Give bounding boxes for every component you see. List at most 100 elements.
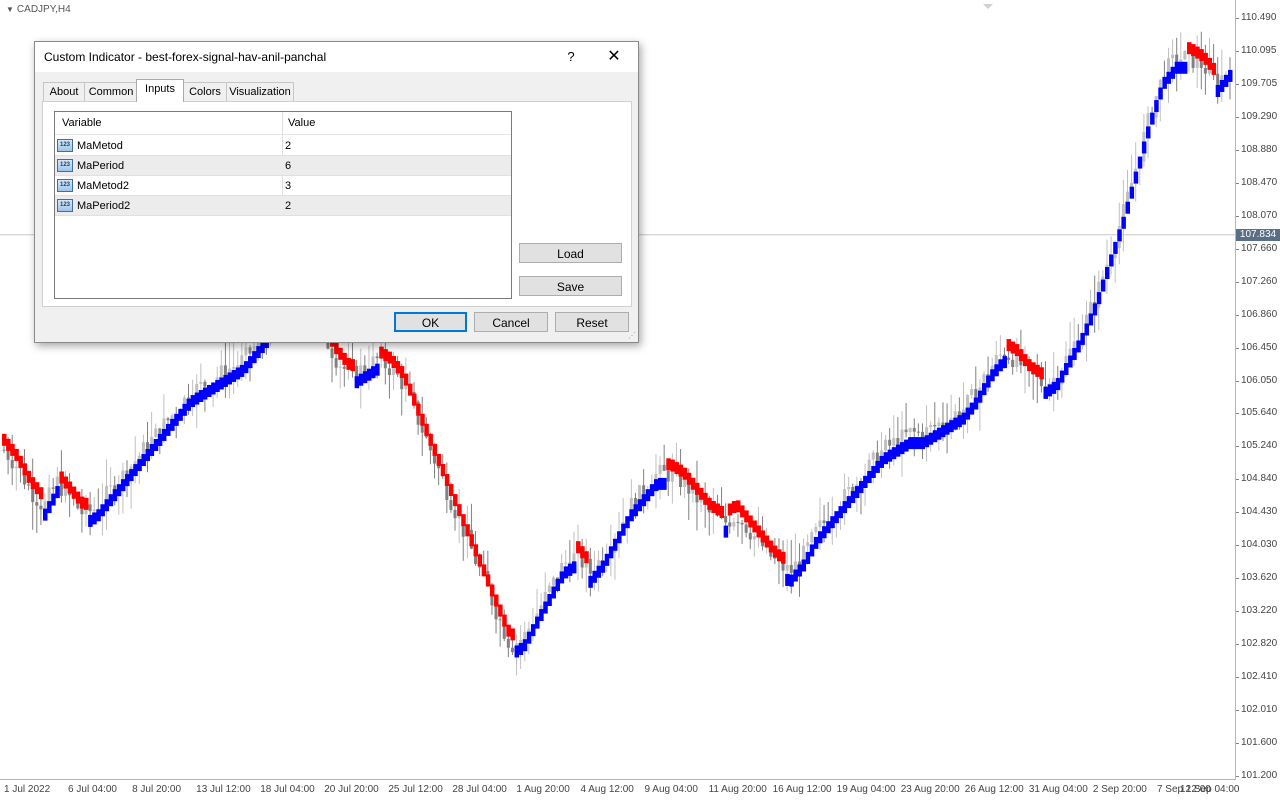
symbol-text: CADJPY,H4	[16, 4, 71, 15]
indicator-down-bar	[416, 403, 421, 416]
close-icon[interactable]: ✕	[600, 46, 628, 68]
candle-body	[80, 508, 84, 515]
candle-body	[420, 424, 424, 433]
candle-body	[510, 647, 514, 653]
column-header-value[interactable]: Value	[288, 117, 315, 129]
candle-body	[141, 442, 145, 456]
indicator-down-bar	[740, 505, 745, 518]
indicator-up-bar	[211, 382, 216, 395]
indicator-down-bar	[391, 356, 397, 369]
time-tick-label: 26 Aug 12:00	[964, 784, 1024, 795]
indicator-up-bar	[969, 402, 975, 415]
indicator-up-bar	[805, 551, 811, 564]
price-tick-mark	[1236, 215, 1239, 217]
indicator-up-bar	[1125, 201, 1130, 214]
price-tick-mark	[1236, 479, 1239, 481]
inputs-grid[interactable]: Variable Value 123 MaMetod 2 123 MaPerio…	[54, 111, 512, 299]
tab-common[interactable]: Common	[84, 82, 138, 101]
indicator-up-bar	[936, 427, 942, 440]
indicator-down-bar	[10, 443, 15, 456]
price-tick-label: 102.010	[1241, 704, 1278, 716]
candle-body	[338, 366, 342, 368]
input-row[interactable]: 123 MaPeriod2 2	[55, 196, 511, 216]
indicator-up-bar	[170, 418, 175, 431]
indicator-down-bar	[748, 515, 753, 528]
indicator-up-bar	[539, 609, 544, 622]
input-row[interactable]: 123 MaMetod 2	[55, 136, 511, 156]
indicator-down-bar	[768, 540, 774, 553]
candle-body	[240, 355, 244, 366]
candle-body	[547, 585, 551, 593]
indicator-up-bar	[649, 484, 655, 497]
indicator-down-bar	[75, 491, 81, 504]
resize-grip-icon[interactable]: ⋰	[628, 331, 636, 340]
input-row[interactable]: 123 MaMetod2 3	[55, 176, 511, 196]
indicator-up-bar	[239, 364, 245, 377]
indicator-down-bar	[342, 352, 347, 365]
chart-menu-triangle-icon[interactable]: ▼	[6, 5, 14, 14]
indicator-up-bar	[133, 464, 138, 477]
price-tick-label: 108.070	[1241, 209, 1278, 221]
candle-body	[658, 464, 662, 475]
indicator-down-bar	[670, 459, 675, 472]
indicator-up-bar	[957, 415, 962, 428]
cancel-button[interactable]: Cancel	[474, 312, 548, 332]
row-value[interactable]: 2	[285, 140, 291, 152]
indicator-down-bar	[485, 574, 491, 587]
input-row[interactable]: 123 MaPeriod 6	[55, 156, 511, 176]
indicator-up-bar	[887, 449, 893, 462]
indicator-up-bar	[813, 536, 819, 549]
indicator-up-bar	[822, 526, 827, 539]
row-value[interactable]: 3	[285, 180, 291, 192]
tab-colors[interactable]: Colors	[183, 82, 227, 101]
indicator-up-bar	[555, 578, 561, 591]
integer-param-icon: 123	[57, 139, 73, 152]
indicator-up-bar	[801, 559, 807, 572]
candle-body	[724, 515, 728, 523]
time-tick-label: 6 Jul 04:00	[68, 784, 117, 795]
indicator-up-bar	[112, 489, 118, 502]
indicator-up-bar	[1129, 186, 1135, 199]
indicator-down-bar	[436, 453, 442, 466]
candle-body	[871, 452, 875, 460]
indicator-down-bar	[694, 482, 700, 495]
price-tick-mark	[1236, 380, 1239, 382]
grid-header: Variable Value	[55, 112, 511, 135]
reset-button[interactable]: Reset	[555, 312, 629, 332]
load-button[interactable]: Load	[519, 243, 622, 263]
tab-visualization[interactable]: Visualization	[226, 82, 294, 101]
tab-inputs[interactable]: Inputs	[136, 79, 184, 102]
indicator-up-bar	[1178, 61, 1184, 74]
price-tick-label: 102.820	[1241, 638, 1278, 650]
indicator-down-bar	[334, 342, 339, 355]
candle-body	[789, 564, 793, 573]
indicator-down-bar	[6, 438, 11, 451]
help-button[interactable]: ?	[559, 46, 583, 68]
candle-body	[199, 381, 203, 384]
candle-body	[941, 422, 945, 426]
indicator-up-bar	[977, 390, 983, 403]
indicator-up-bar	[629, 509, 634, 522]
save-button[interactable]: Save	[519, 276, 622, 296]
integer-param-icon: 123	[57, 199, 73, 212]
indicator-up-bar	[981, 383, 987, 396]
indicator-up-bar	[600, 560, 606, 573]
dialog-titlebar[interactable]: Custom Indicator - best-forex-signal-hav…	[35, 42, 638, 72]
indicator-up-bar	[202, 387, 208, 400]
indicator-up-bar	[633, 504, 638, 517]
indicator-up-bar	[1219, 79, 1225, 92]
row-value[interactable]: 2	[285, 200, 291, 212]
ok-button[interactable]: OK	[394, 312, 467, 332]
indicator-up-bar	[1113, 241, 1118, 254]
candle-body	[806, 542, 810, 546]
indicator-up-bar	[535, 616, 540, 629]
candle-body	[1089, 301, 1093, 315]
time-tick-label: 18 Jul 04:00	[260, 784, 315, 795]
tab-about[interactable]: About	[43, 82, 85, 101]
indicator-up-bar	[846, 496, 852, 509]
indicator-up-bar	[965, 407, 971, 420]
indicator-down-bar	[2, 433, 7, 446]
column-header-variable[interactable]: Variable	[62, 117, 102, 129]
row-value[interactable]: 6	[285, 160, 291, 172]
indicator-up-bar	[145, 449, 151, 462]
